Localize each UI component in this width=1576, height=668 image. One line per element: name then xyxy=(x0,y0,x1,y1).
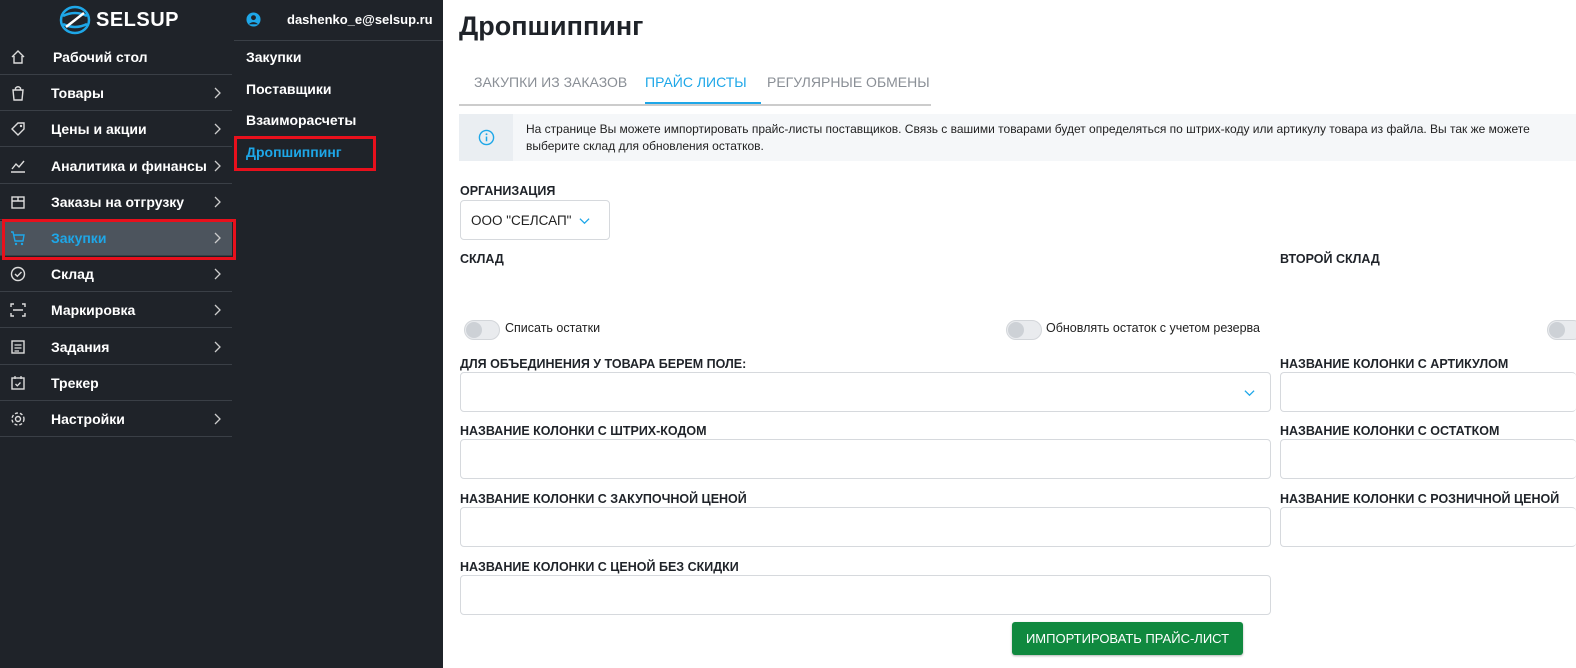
info-text: На странице Вы можете импортировать прай… xyxy=(526,121,1530,155)
sidebar-item-dashboard[interactable]: Рабочий стол xyxy=(0,40,232,75)
sidebar-item-products[interactable]: Товары xyxy=(0,76,232,111)
chevron-right-icon xyxy=(214,87,221,99)
second-warehouse-label: ВТОРОЙ СКЛАД xyxy=(1280,252,1380,266)
warehouse-label: СКЛАД xyxy=(460,252,504,266)
chevron-right-icon xyxy=(214,160,221,172)
sidebar: SELSUP Рабочий стол Товары Цены и акции … xyxy=(0,0,234,668)
sidebar-item-tracker[interactable]: Трекер xyxy=(0,366,232,401)
article-column-label: НАЗВАНИЕ КОЛОНКИ С АРТИКУЛОМ xyxy=(1280,357,1509,371)
info-text-line-2: выберите склад для обновления остатков. xyxy=(526,139,764,153)
chevron-right-icon xyxy=(214,413,221,425)
sidebar-item-label: Закупки xyxy=(51,230,107,246)
bag-icon xyxy=(12,86,24,101)
tab-price-lists[interactable]: ПРАЙС ЛИСТЫ xyxy=(645,74,747,90)
user-email: dashenko_e@selsup.ru xyxy=(287,12,433,27)
chevron-right-icon xyxy=(214,196,221,208)
info-banner: На странице Вы можете импортировать прай… xyxy=(459,114,1576,161)
toggle-knob xyxy=(1008,322,1024,338)
chevron-right-icon xyxy=(214,304,221,316)
sidebar-item-label: Рабочий стол xyxy=(53,49,148,65)
sidebar-item-label: Аналитика и финансы xyxy=(51,158,207,174)
chevron-right-icon xyxy=(214,341,221,353)
stock-column-input[interactable] xyxy=(1280,439,1576,479)
scan-icon xyxy=(10,303,26,317)
organization-select[interactable]: ООО "СЕЛСАП" xyxy=(460,200,610,240)
toggle-knob xyxy=(1549,322,1565,338)
info-icon xyxy=(478,129,495,146)
sidebar-item-label: Трекер xyxy=(51,375,99,391)
article-column-input[interactable] xyxy=(1280,372,1576,412)
info-icon-box xyxy=(459,114,513,161)
submenu-item-dropshipping[interactable]: Дропшиппинг xyxy=(246,144,342,160)
chart-icon xyxy=(11,160,25,173)
submenu: dashenko_e@selsup.ru Закупки Поставщики … xyxy=(234,0,443,668)
main-content: Дропшиппинг ЗАКУПКИ ИЗ ЗАКАЗОВ ПРАЙС ЛИС… xyxy=(443,0,1576,668)
organization-value: ООО "СЕЛСАП" xyxy=(471,212,572,228)
sidebar-item-marking[interactable]: Маркировка xyxy=(0,293,232,328)
purchase-price-column-input[interactable] xyxy=(460,507,1271,547)
merge-field-label: ДЛЯ ОБЪЕДИНЕНИЯ У ТОВАРА БЕРЕМ ПОЛЕ: xyxy=(460,357,747,371)
tasks-icon xyxy=(11,340,25,354)
sidebar-item-label: Задания xyxy=(51,339,110,355)
write-off-toggle[interactable] xyxy=(464,320,500,340)
reserve-toggle-label: Обновлять остаток с учетом резерва xyxy=(1046,321,1261,335)
logo[interactable]: SELSUP xyxy=(58,2,179,38)
no-discount-price-column-label: НАЗВАНИЕ КОЛОНКИ С ЦЕНОЙ БЕЗ СКИДКИ xyxy=(460,560,739,574)
sidebar-item-prices[interactable]: Цены и акции xyxy=(0,112,232,147)
sidebar-item-warehouse[interactable]: Склад xyxy=(0,257,232,292)
second-warehouse-toggle[interactable] xyxy=(1547,320,1576,340)
write-off-toggle-label: Списать остатки xyxy=(505,321,601,335)
organization-label: ОРГАНИЗАЦИЯ xyxy=(460,184,556,198)
retail-price-column-input[interactable] xyxy=(1280,507,1576,547)
home-icon xyxy=(11,50,25,64)
chevron-right-icon xyxy=(214,123,221,135)
chevron-right-icon xyxy=(214,268,221,280)
sidebar-item-label: Заказы на отгрузку xyxy=(51,194,185,210)
user-avatar-icon xyxy=(246,12,261,27)
merge-field-select[interactable] xyxy=(460,372,1271,412)
submenu-item-suppliers[interactable]: Поставщики xyxy=(246,81,332,97)
gear-icon xyxy=(11,412,25,426)
sidebar-item-purchases[interactable]: Закупки xyxy=(0,221,232,256)
barcode-column-label: НАЗВАНИЕ КОЛОНКИ С ШТРИХ-КОДОМ xyxy=(460,424,707,438)
tab-regular-exchanges[interactable]: РЕГУЛЯРНЫЕ ОБМЕНЫ xyxy=(767,74,930,90)
sidebar-item-tasks[interactable]: Задания xyxy=(0,330,232,365)
tag-icon xyxy=(11,122,25,136)
sidebar-item-label: Маркировка xyxy=(51,302,136,318)
tab-purchases-from-orders[interactable]: ЗАКУПКИ ИЗ ЗАКАЗОВ xyxy=(474,74,627,90)
chevron-right-icon xyxy=(214,232,221,244)
active-tab-indicator xyxy=(645,102,761,104)
page-title: Дропшиппинг xyxy=(459,11,644,41)
barcode-column-input[interactable] xyxy=(460,439,1271,479)
stock-column-label: НАЗВАНИЕ КОЛОНКИ С ОСТАТКОМ xyxy=(1280,424,1500,438)
user-menu[interactable]: dashenko_e@selsup.ru xyxy=(234,0,443,41)
reserve-toggle[interactable] xyxy=(1006,320,1042,340)
sidebar-item-analytics[interactable]: Аналитика и финансы xyxy=(0,149,232,184)
tab-bar: ЗАКУПКИ ИЗ ЗАКАЗОВ ПРАЙС ЛИСТЫ РЕГУЛЯРНЫ… xyxy=(459,62,931,106)
retail-price-column-label: НАЗВАНИЕ КОЛОНКИ С РОЗНИЧНОЙ ЦЕНОЙ xyxy=(1280,492,1560,506)
chevron-down-icon xyxy=(579,217,591,224)
logo-text: SELSUP xyxy=(96,8,180,31)
import-price-list-button[interactable]: ИМПОРТИРОВАТЬ ПРАЙС-ЛИСТ xyxy=(1012,622,1243,655)
cart-icon xyxy=(11,231,25,246)
sidebar-item-settings[interactable]: Настройки xyxy=(0,402,232,437)
globe-logo-icon xyxy=(59,5,91,35)
sidebar-item-orders[interactable]: Заказы на отгрузку xyxy=(0,185,232,220)
sidebar-item-label: Цены и акции xyxy=(51,121,147,137)
info-text-line-1: На странице Вы можете импортировать прай… xyxy=(526,122,1530,136)
no-discount-price-column-input[interactable] xyxy=(460,575,1271,615)
sidebar-item-label: Склад xyxy=(51,266,94,282)
sidebar-item-label: Настройки xyxy=(51,411,125,427)
check-circle-icon xyxy=(10,266,26,282)
submenu-item-purchases[interactable]: Закупки xyxy=(246,49,301,65)
sidebar-item-label: Товары xyxy=(51,85,104,101)
chevron-down-icon xyxy=(1244,390,1255,397)
submenu-item-settlements[interactable]: Взаиморасчеты xyxy=(246,112,356,128)
purchase-price-column-label: НАЗВАНИЕ КОЛОНКИ С ЗАКУПОЧНОЙ ЦЕНОЙ xyxy=(460,492,747,506)
calendar-check-icon xyxy=(11,376,25,390)
toggle-knob xyxy=(466,322,482,338)
box-icon xyxy=(11,196,25,209)
